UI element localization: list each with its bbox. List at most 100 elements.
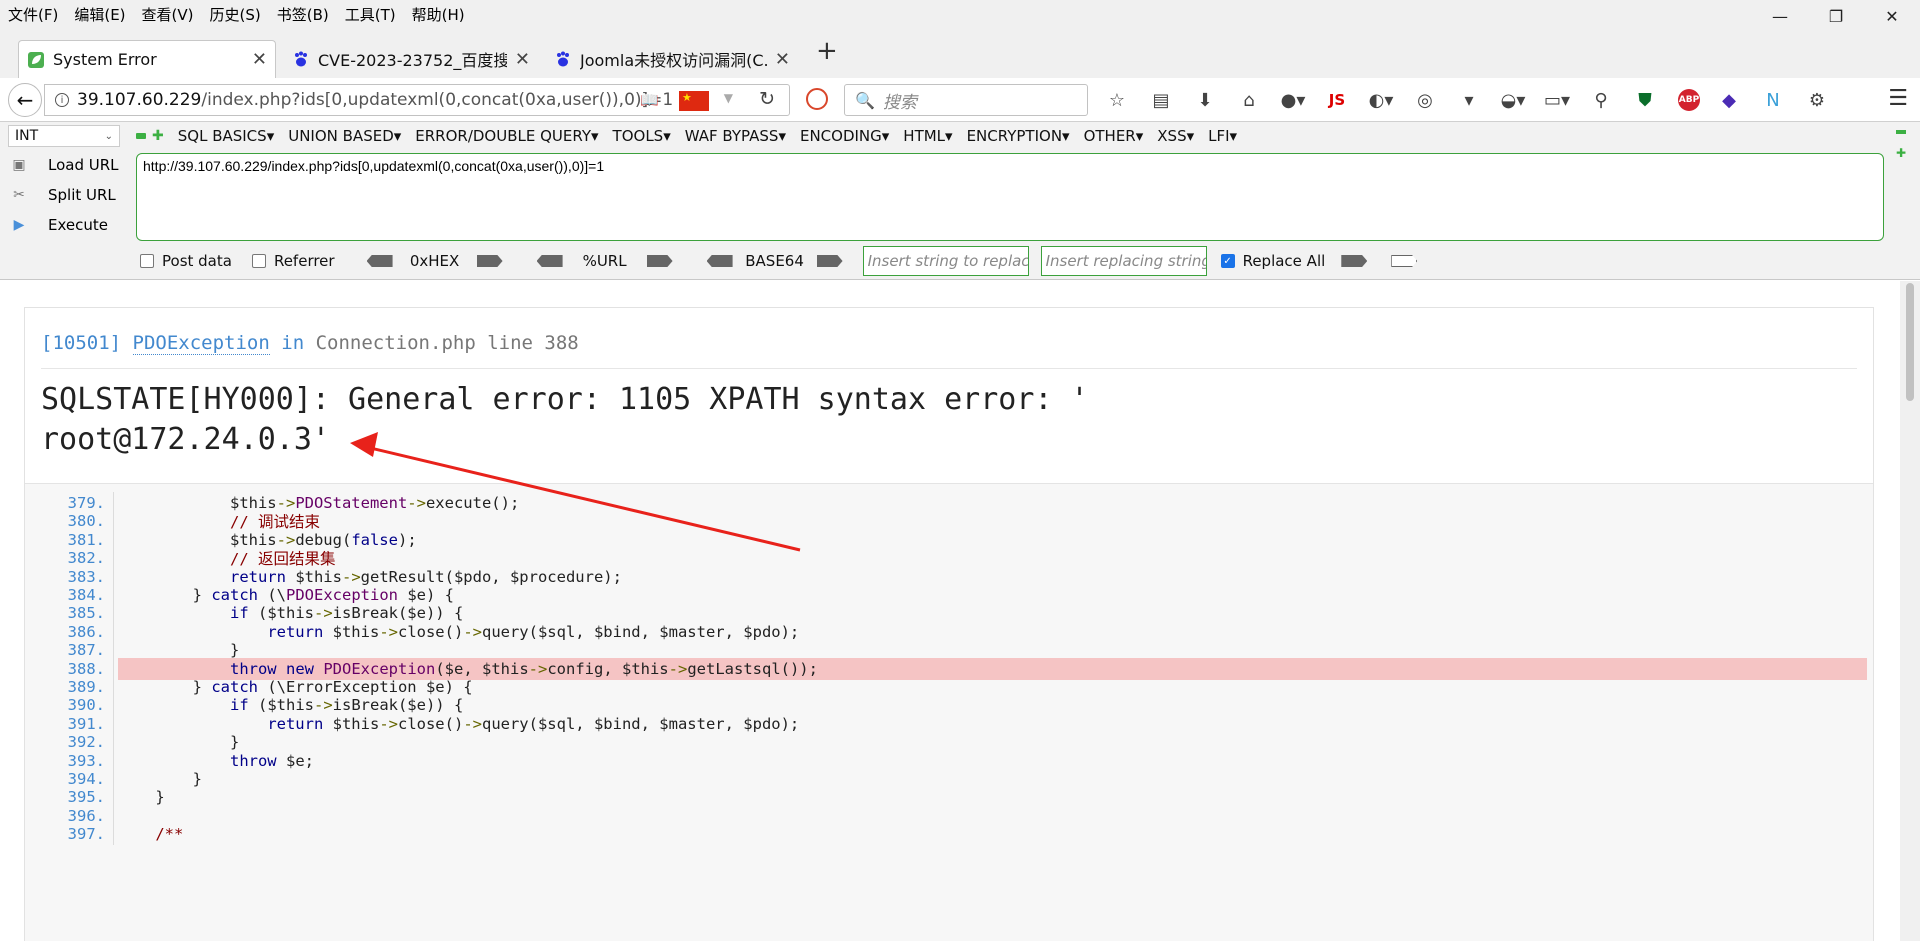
code-text-wrap: /** <box>118 823 1867 845</box>
split-url-button[interactable]: ✂ Split URL <box>8 182 138 208</box>
reader-view-icon[interactable]: 📖 <box>640 91 659 109</box>
load-url-button[interactable]: ▣ Load URL <box>8 152 138 178</box>
minus-green-icon[interactable] <box>136 133 146 139</box>
js-icon[interactable]: JS <box>1320 85 1354 115</box>
line-number: 379. <box>67 494 105 512</box>
plus-green-icon[interactable]: ✚ <box>1896 147 1906 159</box>
menu-other[interactable]: OTHER▾ <box>1084 127 1144 145</box>
navigation-bar: ← i 39.107.60.229/index.php?ids[0,update… <box>0 78 1920 122</box>
download-icon[interactable]: ⬇ <box>1188 85 1222 115</box>
menu-waf-bypass[interactable]: WAF BYPASS▾ <box>685 127 786 145</box>
base64-encode-arrow-icon[interactable] <box>706 255 733 267</box>
line-number: 395. <box>67 788 105 807</box>
menu-tools[interactable]: 工具(T) <box>337 4 404 25</box>
type-select[interactable]: INT ⌄ <box>8 125 120 147</box>
replace-string-input[interactable]: Insert string to replace <box>862 246 1029 276</box>
tab-title: CVE-2023-23752_百度搜... <box>318 51 507 70</box>
menu-sql-basics[interactable]: SQL BASICS▾ <box>178 127 274 145</box>
url-text: 39.107.60.229/index.php?ids[0,updatexml(… <box>77 90 674 110</box>
menu-view[interactable]: 查看(V) <box>134 4 202 25</box>
layers-icon[interactable]: ◆ <box>1712 85 1746 115</box>
url-decode-arrow-icon[interactable] <box>646 255 673 267</box>
tab-close-icon[interactable]: ✕ <box>252 49 267 70</box>
url-textarea[interactable]: http://39.107.60.229/index.php?ids[0,upd… <box>136 153 1884 241</box>
base64-label: BASE64 <box>745 252 804 270</box>
n-extension-icon[interactable]: N <box>1756 85 1790 115</box>
menu-union-based[interactable]: UNION BASED▾ <box>288 127 401 145</box>
error-meta: [10501] PDOException in Connection.php l… <box>41 332 579 355</box>
menu-history[interactable]: 历史(S) <box>202 4 269 25</box>
referrer-checkbox[interactable] <box>251 254 266 268</box>
tab-close-icon[interactable]: ✕ <box>775 49 790 70</box>
menu-xss[interactable]: XSS▾ <box>1157 127 1194 145</box>
hex-decode-arrow-icon[interactable] <box>476 255 503 267</box>
info-icon[interactable]: i <box>55 93 69 107</box>
code-text: throw $e; <box>229 751 314 770</box>
line-number: 390. <box>67 696 105 715</box>
hamburger-menu-icon[interactable]: ☰ <box>1888 86 1908 111</box>
menu-edit[interactable]: 编辑(E) <box>66 4 133 25</box>
line-number: 385. <box>67 604 105 623</box>
replace-right-arrow-icon[interactable] <box>1391 255 1418 267</box>
replace-all-label: Replace All <box>1242 252 1326 270</box>
line-number: 382. <box>67 549 105 568</box>
error-header: [10501] PDOException in Connection.php l… <box>25 308 1873 483</box>
home-icon[interactable]: ⌂ <box>1232 85 1266 115</box>
replacing-string-input[interactable]: Insert replacing string <box>1040 246 1207 276</box>
tab-cve-search[interactable]: CVE-2023-23752_百度搜... ✕ <box>284 40 538 78</box>
translate-icon[interactable]: ◐▾ <box>1364 85 1398 115</box>
error-card: [10501] PDOException in Connection.php l… <box>24 307 1874 941</box>
tab-joomla[interactable]: Joomla未授权访问漏洞(C... ✕ <box>546 40 798 78</box>
menu-help[interactable]: 帮助(H) <box>404 4 473 25</box>
reload-icon[interactable]: ↻ <box>759 88 775 110</box>
code-text: } <box>118 733 240 752</box>
menu-bookmarks[interactable]: 书签(B) <box>269 4 337 25</box>
hackbar-options-row: Post data Referrer 0xHEX %URL BASE64 Ins… <box>140 246 1429 276</box>
post-data-label: Post data <box>162 252 232 270</box>
scrollbar-thumb[interactable] <box>1906 283 1914 401</box>
exception-link[interactable]: PDOException <box>132 332 270 355</box>
menu-encoding[interactable]: ENCODING▾ <box>800 127 889 145</box>
menu-file[interactable]: 文件(F) <box>0 4 66 25</box>
avatar-icon[interactable]: ●▾ <box>1276 85 1310 115</box>
back-arrow-icon[interactable]: ← <box>8 83 42 117</box>
menu-lfi[interactable]: LFI▾ <box>1208 127 1237 145</box>
new-tab-plus-icon[interactable]: + <box>816 36 838 66</box>
code-text: $this->PDOStatement->execute(); <box>118 494 520 512</box>
search-zoom-icon[interactable]: ⚲ <box>1584 85 1618 115</box>
search-box[interactable]: 🔍 搜索 <box>844 84 1088 116</box>
star-icon[interactable]: ☆ <box>1100 85 1134 115</box>
line-number: 394. <box>67 770 105 788</box>
page-scrollbar[interactable] <box>1900 281 1920 941</box>
library-icon[interactable]: ▤ <box>1144 85 1178 115</box>
tab-system-error[interactable]: System Error ✕ <box>18 40 276 78</box>
minus-green-icon[interactable] <box>1896 130 1906 134</box>
menu-error-double-query[interactable]: ERROR/DOUBLE QUERY▾ <box>415 127 598 145</box>
base64-decode-arrow-icon[interactable] <box>816 255 843 267</box>
menu-encryption[interactable]: ENCRYPTION▾ <box>967 127 1070 145</box>
gear-icon[interactable]: ⚙ <box>1800 85 1834 115</box>
replace-all-checkbox[interactable]: ✓ <box>1220 254 1235 268</box>
chevron-down-icon[interactable]: ▾ <box>1452 85 1486 115</box>
execute-button[interactable]: ▶ Execute <box>8 212 138 238</box>
url-encode-arrow-icon[interactable] <box>536 255 563 267</box>
chevron-down-icon[interactable]: ▼ <box>724 91 733 105</box>
menu-tools[interactable]: TOOLS▾ <box>613 127 671 145</box>
post-data-checkbox[interactable] <box>140 254 154 268</box>
url-bar[interactable]: i 39.107.60.229/index.php?ids[0,updatexm… <box>44 84 790 116</box>
hex-encode-arrow-icon[interactable] <box>366 255 393 267</box>
replace-left-arrow-icon[interactable] <box>1341 255 1368 267</box>
hat-icon[interactable]: ◒▾ <box>1496 85 1530 115</box>
toolbar-icons: ☆ ▤ ⬇ ⌂ ●▾ JS ◐▾ ◎ ▾ ◒▾ ▭▾ ⚲ ⛊ ABP ◆ N ⚙ <box>1100 84 1844 116</box>
hex-label: 0xHEX <box>409 252 460 270</box>
plus-green-icon[interactable]: ✚ <box>152 128 164 144</box>
code-text: return $this->close()->query($sql, $bind… <box>267 622 800 641</box>
line-number: 389. <box>67 678 105 696</box>
adblock-icon[interactable]: ABP <box>1678 89 1700 111</box>
clipboard-icon[interactable]: ▭▾ <box>1540 85 1574 115</box>
block-icon[interactable] <box>806 88 828 110</box>
tab-close-icon[interactable]: ✕ <box>515 49 530 70</box>
menu-html[interactable]: HTML▾ <box>903 127 952 145</box>
shield-icon[interactable]: ⛊ <box>1628 85 1662 115</box>
palette-icon[interactable]: ◎ <box>1408 85 1442 115</box>
